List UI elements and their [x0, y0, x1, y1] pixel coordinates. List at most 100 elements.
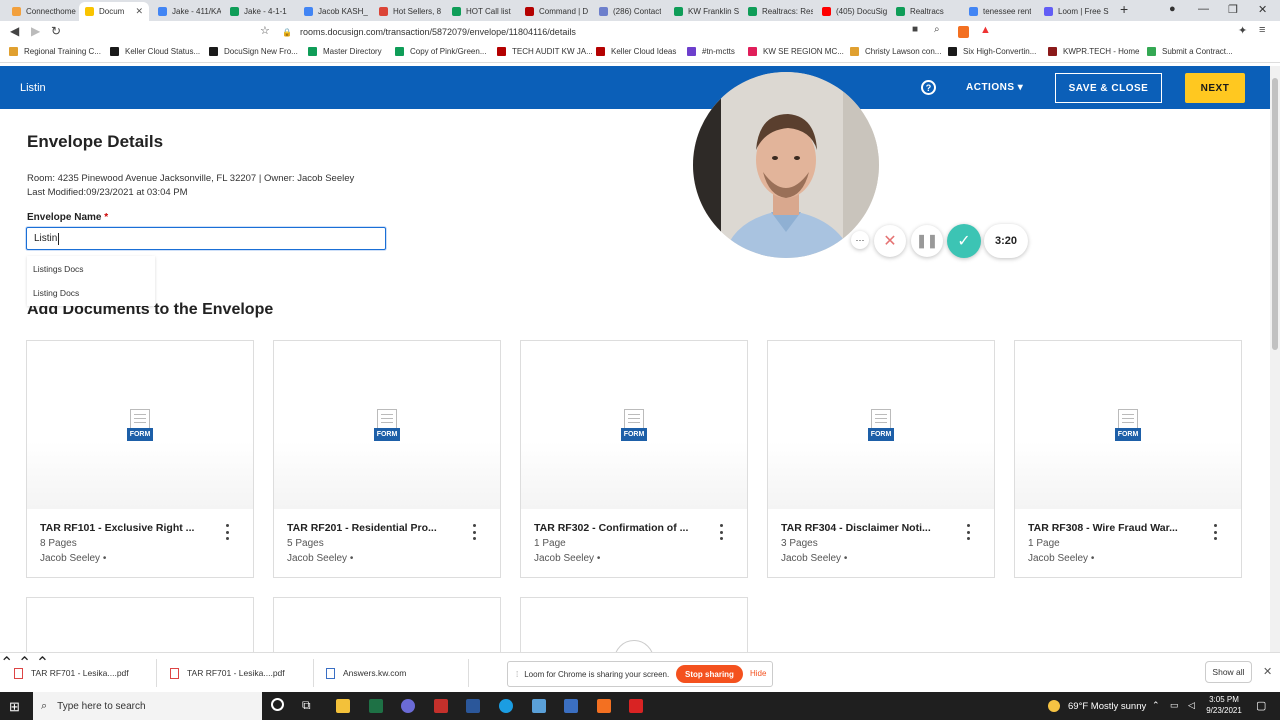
document-card[interactable]: FORM TAR RF302 - Confirmation of ... 1 Pag… — [520, 340, 748, 578]
task-view-icon[interactable]: ⧉ — [302, 698, 311, 713]
bookmark-item[interactable]: Keller Cloud Ideas — [596, 47, 676, 56]
pause-recording-icon[interactable]: ❚❚ — [911, 225, 943, 257]
more-options-icon[interactable]: ··· — [851, 231, 869, 249]
bookmark-item[interactable]: KWPR.TECH - Home — [1048, 47, 1139, 56]
scrollbar-thumb[interactable] — [1272, 78, 1278, 350]
kebab-menu-icon[interactable] — [470, 524, 478, 540]
profile-icon[interactable]: ● — [1169, 3, 1176, 15]
restore-icon[interactable]: ❐ — [1228, 3, 1238, 16]
browser-tab[interactable]: Realtracs — [890, 2, 960, 21]
suggestion-item[interactable]: Listing Docs — [33, 288, 79, 298]
bookmark-star-icon[interactable]: ☆ — [260, 24, 270, 37]
kebab-menu-icon[interactable] — [964, 524, 972, 540]
tray-chevron-icon[interactable]: ⌃ — [1152, 700, 1160, 711]
finish-recording-icon[interactable]: ✓ — [947, 224, 981, 258]
kebab-menu-icon[interactable] — [717, 524, 725, 540]
new-tab-icon[interactable]: + — [1120, 1, 1128, 17]
next-button[interactable]: NEXT — [1185, 73, 1245, 103]
browser-tab[interactable]: HOT Call list — [446, 2, 516, 21]
network-icon[interactable]: ▭ — [1170, 700, 1179, 711]
cortana-icon[interactable] — [271, 698, 284, 711]
browser-tab[interactable]: KW Franklin S — [668, 2, 739, 21]
close-tab-icon[interactable]: ✕ — [135, 6, 143, 17]
browser-tab[interactable]: Docum ✕ — [79, 2, 149, 21]
acrobat-icon[interactable] — [629, 699, 643, 713]
document-thumbnail[interactable]: FORM — [768, 341, 994, 509]
volume-icon[interactable]: ◁ — [1188, 700, 1195, 711]
document-thumbnail[interactable]: FORM — [1015, 341, 1241, 509]
adobe-icon[interactable]: ▲ — [980, 24, 991, 36]
kebab-menu-icon[interactable] — [1211, 524, 1219, 540]
bookmark-item[interactable]: KW SE REGION MC... — [748, 47, 844, 56]
kebab-menu-icon[interactable] — [223, 524, 231, 540]
taskbar-search[interactable]: ⌕ Type here to search — [33, 692, 262, 720]
bookmark-item[interactable]: DocuSign New Fro... — [209, 47, 298, 56]
browser-tab[interactable]: Jake - 411/KA — [152, 2, 221, 21]
windows-start-icon[interactable]: ⊞ — [9, 699, 20, 715]
document-card[interactable] — [26, 597, 254, 657]
document-thumbnail[interactable]: FORM — [27, 341, 253, 509]
bookmark-item[interactable]: TECH AUDIT KW JA... — [497, 47, 593, 56]
hide-button[interactable]: Hide — [750, 669, 766, 678]
weather-widget[interactable]: 69°F Mostly sunny — [1048, 692, 1146, 720]
document-card[interactable]: FORM TAR RF304 - Disclaimer Noti... 3 Page… — [767, 340, 995, 578]
bookmark-item[interactable]: Submit a Contract... — [1147, 47, 1233, 56]
download-item[interactable]: Answers.kw.com — [326, 653, 406, 693]
document-card[interactable] — [273, 597, 501, 657]
close-icon[interactable]: ✕ — [1263, 665, 1272, 678]
document-card[interactable]: FORM TAR RF101 - Exclusive Right ... 8 Pag… — [26, 340, 254, 578]
page-scrollbar[interactable] — [1270, 66, 1280, 652]
document-thumbnail[interactable]: FORM — [521, 341, 747, 509]
bookmark-item[interactable]: Christy Lawson con... — [850, 47, 941, 56]
show-all-button[interactable]: Show all — [1205, 661, 1252, 683]
cancel-recording-icon[interactable]: ✕ — [874, 225, 906, 257]
bookmark-item[interactable]: Regional Training C... — [9, 47, 101, 56]
app-icon[interactable] — [401, 699, 415, 713]
browser-tab[interactable]: Realtracs: Res — [742, 2, 813, 21]
browser-tab[interactable]: tenessee rent — [963, 2, 1035, 21]
document-card[interactable] — [520, 597, 748, 680]
close-window-icon[interactable]: ✕ — [1258, 3, 1267, 16]
excel-icon[interactable] — [369, 699, 383, 713]
browser-tab[interactable]: Jacob KASH_ — [298, 2, 370, 21]
app-icon[interactable] — [532, 699, 546, 713]
file-explorer-icon[interactable] — [336, 699, 350, 713]
minimize-icon[interactable]: — — [1198, 3, 1209, 15]
browser-tab[interactable]: Hot Sellers, 8 — [373, 2, 443, 21]
browser-tab[interactable]: Jake - 4-1-1 — [224, 2, 295, 21]
brave-shield-icon[interactable] — [958, 26, 969, 38]
suggestion-item[interactable]: Listings Docs — [33, 264, 84, 274]
edge-icon[interactable] — [499, 699, 513, 713]
app-icon[interactable] — [434, 699, 448, 713]
extensions-icon[interactable]: ✦ — [1238, 24, 1247, 37]
document-card[interactable]: FORM TAR RF201 - Residential Pro... 5 Page… — [273, 340, 501, 578]
reload-icon[interactable]: ↻ — [51, 24, 61, 38]
bookmark-item[interactable]: Master Directory — [308, 47, 382, 56]
browser-tab[interactable]: Loom | Free S — [1038, 2, 1109, 21]
download-item[interactable]: TAR RF701 - Lesika....pdf — [14, 653, 129, 693]
browser-tab[interactable]: Connecthome — [6, 2, 76, 21]
chevron-up-icon[interactable]: ⌃ — [0, 655, 13, 672]
zoom-icon[interactable]: ⌕ — [934, 24, 940, 35]
address-bar[interactable]: 🔒 rooms.docusign.com/transaction/5872079… — [282, 23, 1242, 41]
stop-sharing-button[interactable]: Stop sharing — [676, 665, 743, 683]
document-card[interactable]: FORM TAR RF308 - Wire Fraud War... 1 Page J… — [1014, 340, 1242, 578]
help-icon[interactable]: ? — [921, 80, 936, 95]
clock[interactable]: 3:05 PM 9/23/2021 — [1200, 694, 1248, 716]
menu-icon[interactable]: ≡ — [1259, 24, 1265, 36]
bookmark-item[interactable]: #tn-mctts — [687, 47, 735, 56]
document-thumbnail[interactable]: FORM — [274, 341, 500, 509]
word-icon[interactable] — [466, 699, 480, 713]
bookmark-item[interactable]: Six High-Convertin... — [948, 47, 1036, 56]
browser-tab[interactable]: Command | D — [519, 2, 590, 21]
webcam-bubble[interactable] — [693, 72, 879, 258]
envelope-name-input[interactable]: Listin — [26, 227, 386, 250]
download-item[interactable]: TAR RF701 - Lesika....pdf — [170, 653, 285, 693]
bookmark-item[interactable]: Copy of Pink/Green... — [395, 47, 486, 56]
browser-tab[interactable]: (405) DocuSig — [816, 2, 887, 21]
app-icon[interactable] — [564, 699, 578, 713]
notifications-icon[interactable]: ▢ — [1256, 699, 1266, 712]
brave-icon[interactable] — [597, 699, 611, 713]
browser-tab[interactable]: (286) Contact — [593, 2, 665, 21]
camera-icon[interactable]: ■ — [912, 24, 918, 35]
